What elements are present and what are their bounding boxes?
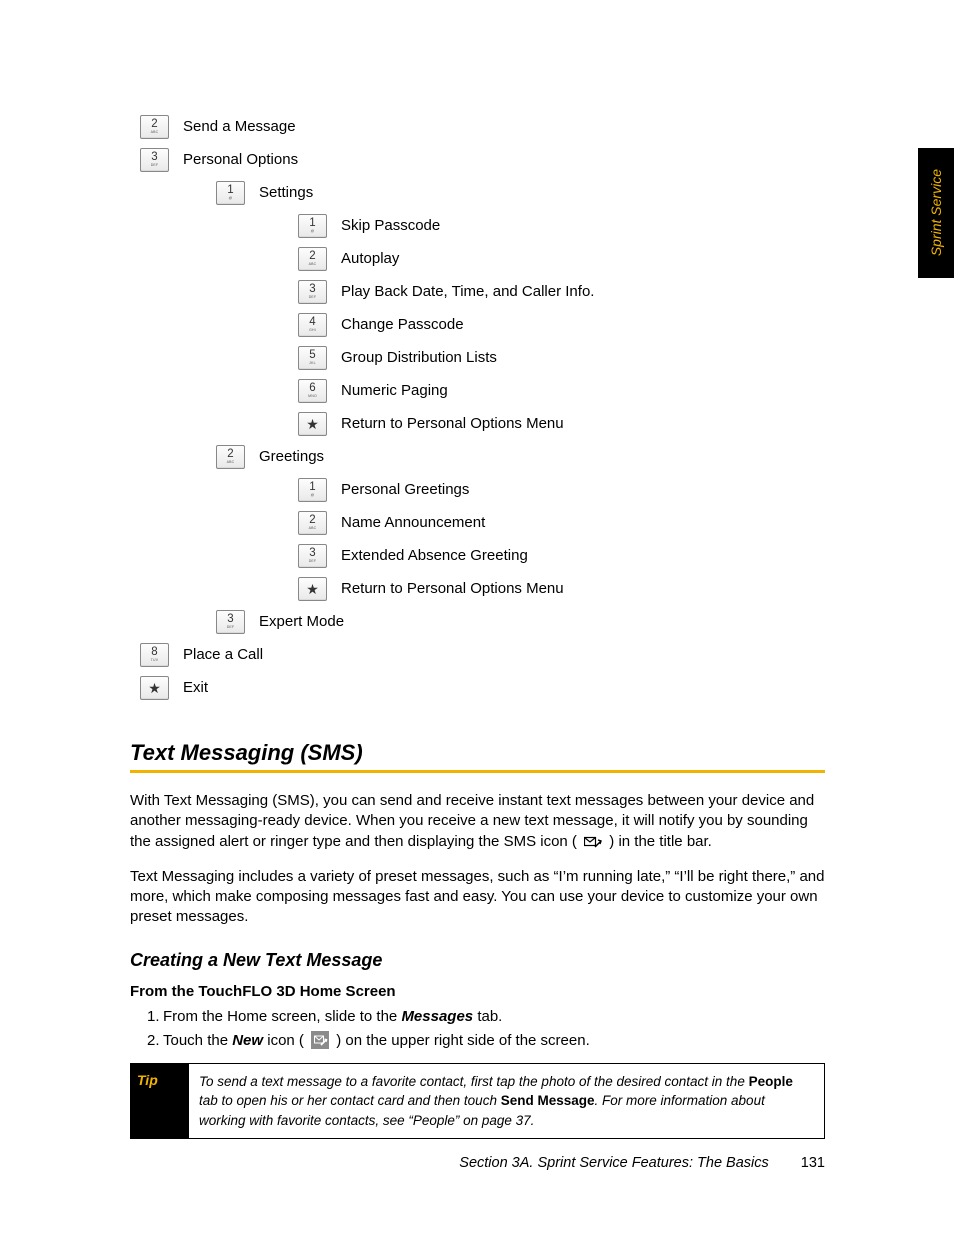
menu-row: 4GHI Change Passcode [130,308,825,341]
menu-label: Autoplay [341,250,399,267]
side-tab-label: Sprint Service [928,169,944,256]
paragraph-1: With Text Messaging (SMS), you can send … [130,791,825,855]
menu-label: Return to Personal Options Menu [341,580,564,597]
menu-row: 6MNO Numeric Paging [130,374,825,407]
menu-row: 8TUV Place a Call [130,638,825,671]
menu-label: Personal Greetings [341,481,469,498]
keycap-icon: 3DEF [298,280,327,304]
menu-label: Extended Absence Greeting [341,547,528,564]
subhead: Creating a New Text Message [130,950,825,971]
tip-text: To send a text message to a favorite con… [189,1064,824,1139]
menu-label: Return to Personal Options Menu [341,415,564,432]
page-number: 131 [801,1155,825,1171]
menu-row: 1@ Settings [130,176,825,209]
menu-label: Group Distribution Lists [341,349,497,366]
page-footer: Section 3A. Sprint Service Features: The… [130,1155,825,1171]
menu-label: Personal Options [183,151,298,168]
keycap-icon: 2ABC [140,115,169,139]
menu-label: Name Announcement [341,514,485,531]
section-rule [130,770,825,773]
menu-row: 2ABC Send a Message [130,110,825,143]
menu-row: 5JKL Group Distribution Lists [130,341,825,374]
keycap-icon: 1@ [298,478,327,502]
step-1: 1.From the Home screen, slide to the Mes… [130,1008,825,1025]
sub-subhead: From the TouchFLO 3D Home Screen [130,983,825,1000]
menu-label: Play Back Date, Time, and Caller Info. [341,283,594,300]
menu-row: 2ABC Greetings [130,440,825,473]
keycap-icon: 2ABC [298,511,327,535]
menu-row: ★ Return to Personal Options Menu [130,572,825,605]
menu-row: ★ Return to Personal Options Menu [130,407,825,440]
new-message-icon [311,1031,329,1053]
sms-icon [584,835,602,855]
keycap-icon: 2ABC [216,445,245,469]
menu-label: Greetings [259,448,324,465]
section-title: Text Messaging (SMS) [130,740,825,766]
footer-text: Section 3A. Sprint Service Features: The… [459,1155,768,1171]
keycap-icon: 6MNO [298,379,327,403]
keycap-icon: ★ [140,676,169,700]
keycap-icon: 3DEF [298,544,327,568]
tip-label: Tip [131,1064,189,1139]
keycap-icon: 3DEF [216,610,245,634]
menu-label: Change Passcode [341,316,464,333]
tip-box: Tip To send a text message to a favorite… [130,1063,825,1140]
menu-label: Skip Passcode [341,217,440,234]
menu-label: Place a Call [183,646,263,663]
voicemail-menu-tree: 2ABC Send a Message 3DEF Personal Options 1@… [130,110,825,704]
menu-row: 3DEF Extended Absence Greeting [130,539,825,572]
menu-row: ★ Exit [130,671,825,704]
menu-label: Send a Message [183,118,296,135]
step-2: 2.Touch the New icon ( ) on the upper ri… [130,1031,825,1053]
menu-label: Numeric Paging [341,382,448,399]
keycap-icon: 1@ [216,181,245,205]
keycap-icon: 4GHI [298,313,327,337]
keycap-icon: 2ABC [298,247,327,271]
menu-row: 2ABC Autoplay [130,242,825,275]
menu-row: 3DEF Play Back Date, Time, and Caller Inf… [130,275,825,308]
menu-row: 1@ Skip Passcode [130,209,825,242]
side-tab: Sprint Service [918,148,954,278]
menu-row: 1@ Personal Greetings [130,473,825,506]
keycap-icon: 8TUV [140,643,169,667]
menu-label: Settings [259,184,313,201]
keycap-icon: ★ [298,412,327,436]
menu-label: Expert Mode [259,613,344,630]
keycap-icon: 5JKL [298,346,327,370]
keycap-icon: 3DEF [140,148,169,172]
menu-row: 2ABC Name Announcement [130,506,825,539]
menu-row: 3DEF Expert Mode [130,605,825,638]
menu-row: 3DEF Personal Options [130,143,825,176]
menu-label: Exit [183,679,208,696]
keycap-icon: 1@ [298,214,327,238]
keycap-icon: ★ [298,577,327,601]
paragraph-2: Text Messaging includes a variety of pre… [130,867,825,928]
